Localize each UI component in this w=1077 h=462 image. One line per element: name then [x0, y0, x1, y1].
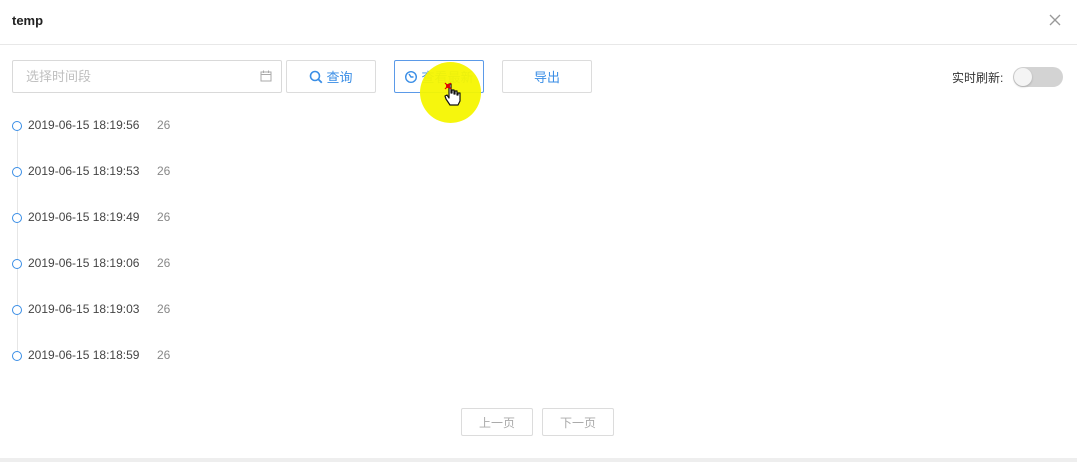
timeline-time: 2019-06-15 18:19:49 [28, 210, 140, 224]
timeline-item: 2019-06-15 18:19:56 26 [0, 116, 300, 136]
dialog-footer-divider [0, 458, 1077, 462]
toggle-knob [1014, 68, 1032, 86]
timeline-value: 26 [157, 302, 171, 316]
realtime-refresh-label: 实时刷新: [952, 71, 1004, 85]
timeline-axis [17, 124, 18, 356]
search-icon [310, 70, 323, 83]
timeline-item: 2019-06-15 18:19:49 26 [0, 208, 300, 228]
timeline-dot [12, 259, 22, 269]
timeline-time: 2019-06-15 18:19:06 [28, 256, 140, 270]
view-latest-button-label: 查看最新 [421, 70, 474, 85]
timeline-dot [12, 121, 22, 131]
timeline-dot [12, 305, 22, 315]
timeline-value: 26 [157, 210, 171, 224]
prev-page-button[interactable]: 上一页 [461, 408, 533, 436]
timeline-dot [12, 213, 22, 223]
timeline-time: 2019-06-15 18:19:56 [28, 118, 140, 132]
date-range-picker[interactable] [12, 60, 282, 93]
timeline-value: 26 [157, 256, 171, 270]
close-icon[interactable] [1045, 10, 1065, 30]
timeline-time: 2019-06-15 18:18:59 [28, 348, 140, 362]
timeline-item: 2019-06-15 18:18:59 26 [0, 346, 300, 366]
timeline-dot [12, 351, 22, 361]
timeline: 2019-06-15 18:19:56 26 2019-06-15 18:19:… [0, 106, 400, 376]
dialog-header: temp [0, 0, 1077, 45]
export-button[interactable]: 导出 [502, 60, 592, 93]
dialog: temp 查询 查看最新 [0, 0, 1077, 462]
query-button[interactable]: 查询 [286, 60, 376, 93]
calendar-icon[interactable] [260, 69, 272, 82]
realtime-refresh-toggle[interactable] [1013, 67, 1063, 87]
timeline-time: 2019-06-15 18:19:03 [28, 302, 140, 316]
dialog-title: temp [12, 13, 44, 28]
export-button-label: 导出 [533, 70, 560, 85]
query-button-label: 查询 [326, 70, 353, 85]
date-range-input[interactable] [13, 61, 266, 92]
timeline-item: 2019-06-15 18:19:03 26 [0, 300, 300, 320]
next-page-button[interactable]: 下一页 [542, 408, 614, 436]
timeline-value: 26 [157, 164, 171, 178]
timeline-item: 2019-06-15 18:19:53 26 [0, 162, 300, 182]
view-latest-button[interactable]: 查看最新 [394, 60, 484, 93]
timeline-item: 2019-06-15 18:19:06 26 [0, 254, 300, 274]
refresh-icon [405, 70, 418, 83]
timeline-dot [12, 167, 22, 177]
timeline-time: 2019-06-15 18:19:53 [28, 164, 140, 178]
timeline-value: 26 [157, 348, 171, 362]
timeline-value: 26 [157, 118, 171, 132]
